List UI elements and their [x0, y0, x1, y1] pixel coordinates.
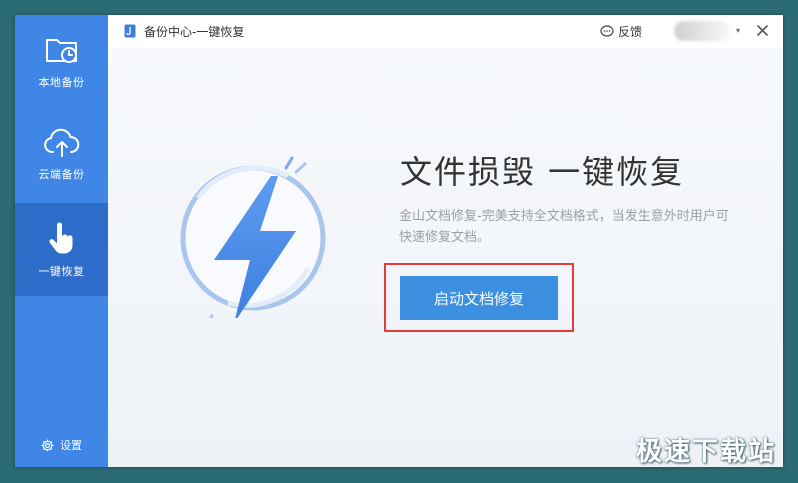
start-document-repair-button[interactable]: 启动文档修复: [400, 276, 558, 320]
sidebar-item-label: 一键恢复: [38, 264, 85, 278]
chat-bubble-icon: [600, 25, 614, 37]
sidebar-item-label: 本地备份: [38, 75, 85, 89]
window-title: 备份中心-一键恢复: [144, 25, 245, 39]
title-bar: 备份中心-一键恢复 反馈 ▾: [108, 15, 783, 49]
sidebar-item-cloud-backup[interactable]: 云端备份: [15, 108, 108, 201]
hand-pointer-icon: [48, 222, 72, 254]
feedback-label: 反馈: [618, 25, 643, 39]
settings-button[interactable]: 设置: [15, 433, 108, 457]
headline: 文件损毁 一键恢复: [400, 153, 685, 191]
document-icon: [124, 24, 136, 38]
folder-clock-icon: [45, 38, 77, 63]
user-avatar[interactable]: [674, 21, 730, 41]
sidebar-item-one-click-restore[interactable]: 一键恢复: [15, 203, 108, 296]
lightning-restore-illustration: [180, 156, 326, 318]
sidebar-item-label: 云端备份: [38, 167, 85, 181]
settings-label: 设置: [60, 439, 82, 452]
feedback-button[interactable]: 反馈: [600, 23, 642, 40]
description-text: 金山文档修复-完美支持全文档格式，当发生意外时用户可快速修复文档。: [399, 209, 729, 245]
cloud-upload-icon: [43, 128, 79, 157]
app-window: 本地备份 云端备份 一键恢复 设置 备份中心-一键恢复 反馈 ▾ 文件损毁 一键…: [15, 15, 783, 467]
close-icon[interactable]: [756, 24, 769, 37]
sidebar-item-local-backup[interactable]: 本地备份: [15, 15, 108, 108]
gear-icon: [41, 438, 54, 452]
main-content: 文件损毁 一键恢复 金山文档修复-完美支持全文档格式，当发生意外时用户可快速修复…: [108, 48, 783, 467]
sidebar: 本地备份 云端备份 一键恢复 设置: [15, 15, 108, 467]
watermark-logo: 极速下载站: [635, 437, 776, 467]
account-dropdown-icon[interactable]: ▾: [736, 26, 740, 35]
